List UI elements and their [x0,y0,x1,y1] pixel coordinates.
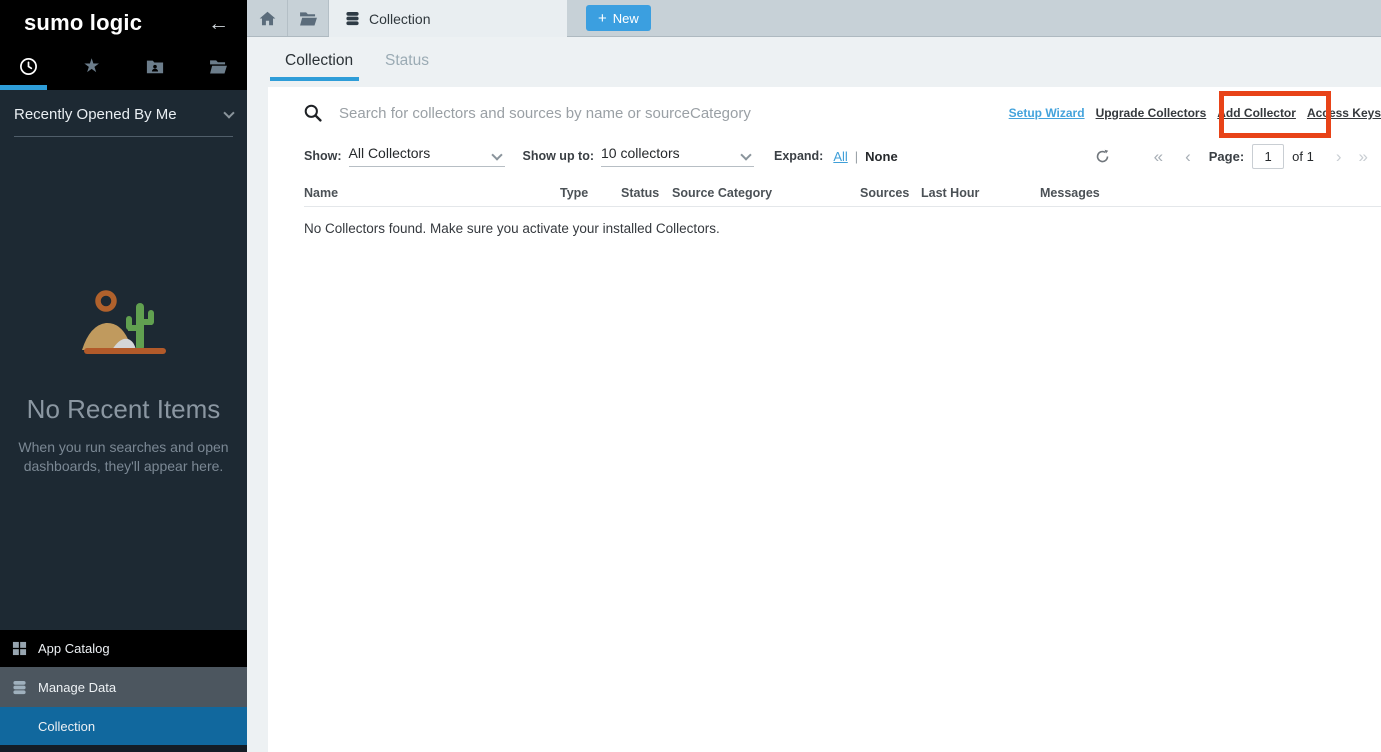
column-header-name[interactable]: Name [304,186,560,200]
refresh-icon[interactable] [1095,149,1110,164]
page-number-input[interactable] [1252,144,1284,169]
database-icon [345,11,360,26]
desert-illustration [76,287,172,359]
favorites-star-icon[interactable]: ★ [77,55,107,78]
show-dropdown[interactable]: All Collectors [349,145,505,167]
home-tab-button[interactable] [247,0,288,36]
last-page-button[interactable]: » [1359,148,1368,165]
column-header-source-category[interactable]: Source Category [672,186,860,200]
tab-collection-label: Collection [369,11,430,27]
chevron-down-icon [740,149,751,160]
home-icon [259,11,276,26]
search-row: Setup Wizard Upgrade Collectors Add Coll… [304,95,1381,131]
column-header-type[interactable]: Type [560,186,621,200]
column-header-sources[interactable]: Sources [860,186,921,200]
app-catalog-label: App Catalog [38,641,110,656]
setup-wizard-link[interactable]: Setup Wizard [1009,106,1085,120]
main-area: Collection + New Collection Status Setup… [247,0,1381,752]
app-catalog-grid-icon [12,641,28,656]
first-page-button[interactable]: « [1154,148,1163,165]
tab-status-sub[interactable]: Status [385,52,429,70]
collection-label: Collection [38,719,95,734]
empty-state-title: No Recent Items [0,394,247,425]
column-header-last-hour[interactable]: Last Hour [921,186,1040,200]
new-button-label: New [613,11,639,26]
tab-collection-sub[interactable]: Collection [285,52,353,70]
sidebar-next-item-edge [0,745,247,752]
manage-data-label: Manage Data [38,680,116,695]
search-icon [304,104,322,122]
database-icon [12,680,28,695]
collection-panel: Setup Wizard Upgrade Collectors Add Coll… [268,87,1381,752]
recents-clock-icon[interactable] [13,57,43,76]
column-header-messages[interactable]: Messages [1040,186,1381,200]
show-up-to-dropdown[interactable]: 10 collectors [601,145,754,167]
sidebar-header: sumo logic ← ★ [0,0,247,90]
page-count-label: of 1 [1292,149,1314,164]
tab-collection[interactable]: Collection [329,0,567,37]
show-label: Show: [304,149,342,163]
new-tab-button[interactable]: + New [586,5,651,31]
sumo-logic-logo: sumo logic [24,10,142,36]
upgrade-collectors-link[interactable]: Upgrade Collectors [1096,106,1207,120]
folder-icon [299,11,318,26]
divider: | [855,149,858,164]
tab-strip: Collection + New [247,0,1381,37]
chevron-down-icon [223,107,234,118]
expand-none-option[interactable]: None [865,149,898,164]
show-up-to-label: Show up to: [523,149,595,163]
recents-panel: Recently Opened By Me No Recent Items Wh… [0,90,247,630]
sidebar-item-manage-data[interactable]: Manage Data [0,667,247,707]
collector-controls-row: Show: All Collectors Show up to: 10 coll… [304,140,1368,172]
empty-state-description: When you run searches and open dashboard… [12,438,236,476]
sidebar-item-app-catalog[interactable]: App Catalog [0,630,247,667]
sub-tabs: Collection Status [247,37,1381,87]
sidebar-item-collection[interactable]: Collection [0,707,247,745]
show-dropdown-value: All Collectors [349,145,431,161]
next-page-button[interactable]: › [1336,148,1342,165]
chevron-down-icon [491,149,502,160]
expand-label: Expand: [774,149,823,163]
personal-folder-icon[interactable] [140,59,170,74]
column-header-status[interactable]: Status [621,186,672,200]
expand-all-link[interactable]: All [833,149,847,164]
previous-page-button[interactable]: ‹ [1185,148,1191,165]
show-up-to-dropdown-value: 10 collectors [601,145,680,161]
recently-opened-dropdown[interactable]: Recently Opened By Me [14,106,233,137]
collapse-sidebar-arrow-icon[interactable]: ← [208,13,229,34]
recently-opened-label: Recently Opened By Me [14,106,177,123]
sumo-logic-app: sumo logic ← ★ Recently Opened By Me [0,0,1381,752]
no-recent-items-empty-state: No Recent Items When you run searches an… [0,287,247,476]
toolbar-links: Setup Wizard Upgrade Collectors Add Coll… [1009,106,1381,120]
sidebar: sumo logic ← ★ Recently Opened By Me [0,0,247,752]
plus-icon: + [598,11,607,26]
active-tab-indicator [270,77,359,81]
library-tab-button[interactable] [288,0,329,36]
access-keys-link[interactable]: Access Keys [1307,106,1381,120]
search-input[interactable] [337,104,1009,123]
page-label: Page: [1209,149,1244,164]
collectors-table-header: Name Type Status Source Category Sources… [304,180,1381,207]
library-folder-icon[interactable] [204,59,234,74]
add-collector-link[interactable]: Add Collector [1217,106,1296,120]
no-collectors-message: No Collectors found. Make sure you activ… [304,221,720,236]
